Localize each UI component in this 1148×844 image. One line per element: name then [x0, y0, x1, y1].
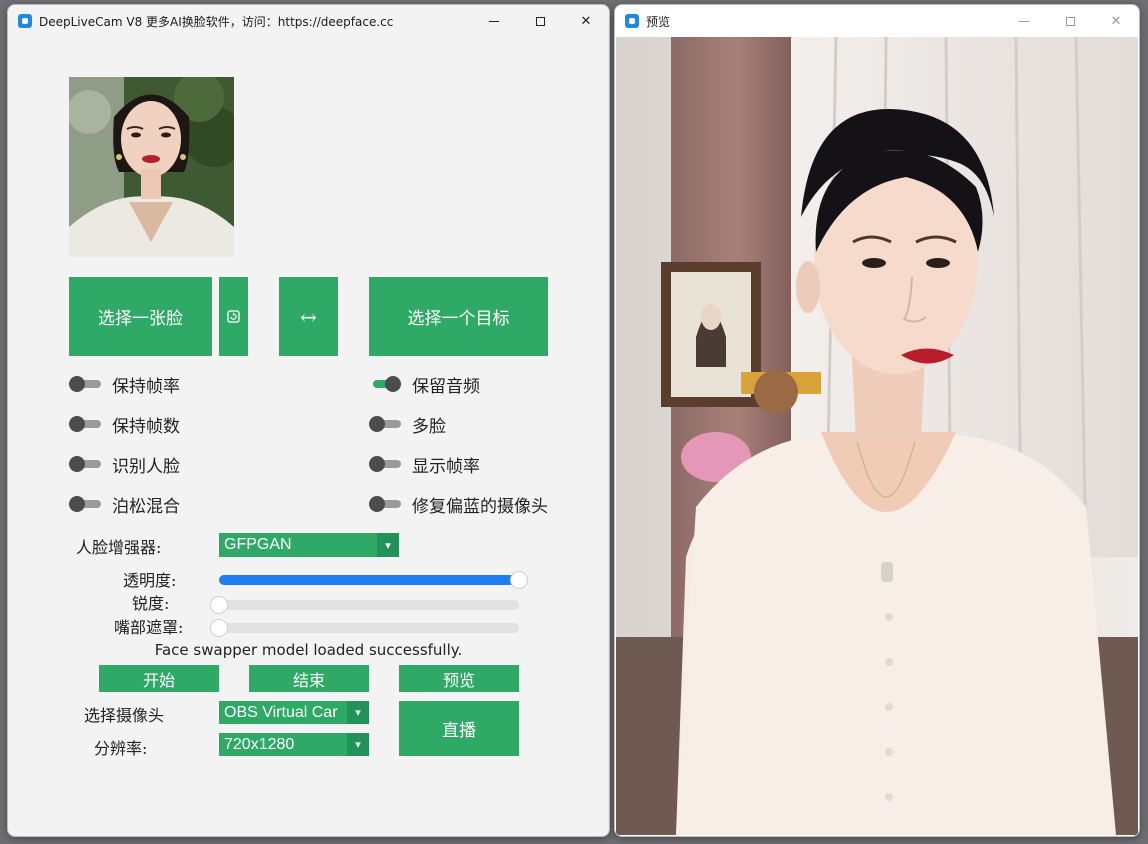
maximize-icon: [1065, 16, 1075, 26]
window-controls: ✕: [1001, 5, 1139, 37]
toggle-label: 显示帧率: [412, 456, 480, 477]
toggle-label: 多脸: [412, 416, 446, 437]
toggle-label: 识别人脸: [112, 456, 180, 477]
swap-button[interactable]: ↔: [279, 277, 338, 356]
preview-button[interactable]: 预览: [399, 665, 519, 692]
chevron-down-icon: ▾: [347, 733, 369, 756]
maximize-icon: [535, 16, 545, 26]
minimize-button[interactable]: [471, 5, 517, 37]
camera-label: 选择摄像头: [84, 706, 165, 725]
maximize-button[interactable]: [1047, 5, 1093, 37]
start-button[interactable]: 开始: [99, 665, 219, 692]
toggle-label: 保持帧率: [112, 376, 180, 397]
close-icon: ✕: [1110, 13, 1122, 29]
camera-dropdown[interactable]: OBS Virtual Car ▾: [219, 701, 369, 724]
close-button[interactable]: ✕: [563, 5, 609, 37]
switch-keep-fps[interactable]: [69, 376, 101, 392]
toggle-label: 保持帧数: [112, 416, 180, 437]
switch-many-faces[interactable]: [369, 416, 401, 432]
source-face-illustration: [69, 77, 234, 257]
mouth-mask-label: 嘴部遮罩:: [114, 618, 184, 637]
close-icon: ✕: [580, 13, 592, 29]
main-window: DeepLiveCam V8 更多AI换脸软件，访问：https://deepf…: [7, 4, 610, 837]
resolution-dropdown[interactable]: 720x1280 ▾: [219, 733, 369, 756]
sharpness-label: 锐度:: [132, 594, 170, 613]
toggle-fix-blue-camera[interactable]: 修复偏蓝的摄像头: [369, 493, 548, 517]
switch-show-fps[interactable]: [369, 456, 401, 472]
source-face-image: [69, 77, 234, 257]
live-preview-frame: [616, 37, 1138, 835]
select-face-button[interactable]: 选择一张脸: [69, 277, 212, 356]
chevron-down-icon: ▾: [377, 533, 399, 557]
stop-button[interactable]: 结束: [249, 665, 369, 692]
preview-window-title: 预览: [646, 14, 671, 29]
main-titlebar[interactable]: DeepLiveCam V8 更多AI换脸软件，访问：https://deepf…: [8, 5, 609, 37]
toggle-keep-frames[interactable]: 保持帧数: [69, 413, 180, 437]
mouth-mask-slider[interactable]: [211, 620, 519, 636]
resolution-label: 分辨率:: [94, 739, 148, 758]
camera-value: OBS Virtual Car: [224, 703, 338, 721]
minimize-button[interactable]: [1001, 5, 1047, 37]
slider-handle[interactable]: [511, 572, 527, 588]
preview-window: 预览 ✕: [614, 4, 1140, 837]
switch-keep-audio[interactable]: [369, 376, 401, 392]
toggle-poisson-blend[interactable]: 泊松混合: [69, 493, 180, 517]
enhancer-label: 人脸增强器:: [76, 538, 162, 557]
toggle-label: 保留音频: [412, 376, 480, 397]
toggle-face-detect[interactable]: 识别人脸: [69, 453, 180, 477]
refresh-icon: [227, 310, 240, 323]
switch-keep-frames[interactable]: [69, 416, 101, 432]
switch-face-detect[interactable]: [69, 456, 101, 472]
toggle-show-fps[interactable]: 显示帧率: [369, 453, 480, 477]
window-controls: ✕: [471, 5, 609, 37]
sharpness-slider[interactable]: [211, 597, 519, 613]
slider-handle[interactable]: [211, 597, 227, 613]
toggle-label: 泊松混合: [112, 496, 180, 517]
switch-fix-blue-camera[interactable]: [369, 496, 401, 512]
window-title: DeepLiveCam V8 更多AI换脸软件，访问：https://deepf…: [39, 14, 394, 29]
slider-handle[interactable]: [211, 620, 227, 636]
select-target-button[interactable]: 选择一个目标: [369, 277, 548, 356]
resolution-value: 720x1280: [224, 735, 295, 753]
enhancer-value: GFPGAN: [224, 536, 292, 553]
enhancer-dropdown[interactable]: GFPGAN ▾: [219, 533, 399, 557]
toggle-keep-audio[interactable]: 保留音频: [369, 373, 480, 397]
maximize-button[interactable]: [517, 5, 563, 37]
preview-titlebar[interactable]: 预览 ✕: [615, 5, 1139, 37]
toggle-keep-fps[interactable]: 保持帧率: [69, 373, 180, 397]
minimize-icon: [1019, 20, 1029, 22]
opacity-label: 透明度:: [123, 571, 177, 590]
close-button[interactable]: ✕: [1093, 5, 1139, 37]
minimize-icon: [489, 20, 499, 22]
opacity-slider[interactable]: [219, 572, 527, 588]
switch-poisson-blend[interactable]: [69, 496, 101, 512]
chevron-down-icon: ▾: [347, 701, 369, 724]
app-icon: [18, 14, 32, 28]
live-button[interactable]: 直播: [399, 701, 519, 756]
clear-face-button[interactable]: [219, 277, 248, 356]
toggle-many-faces[interactable]: 多脸: [369, 413, 446, 437]
status-message: Face swapper model loaded successfully.: [154, 641, 463, 659]
toggle-label: 修复偏蓝的摄像头: [412, 496, 548, 517]
app-icon: [625, 14, 639, 28]
preview-video-illustration: [616, 37, 1138, 835]
